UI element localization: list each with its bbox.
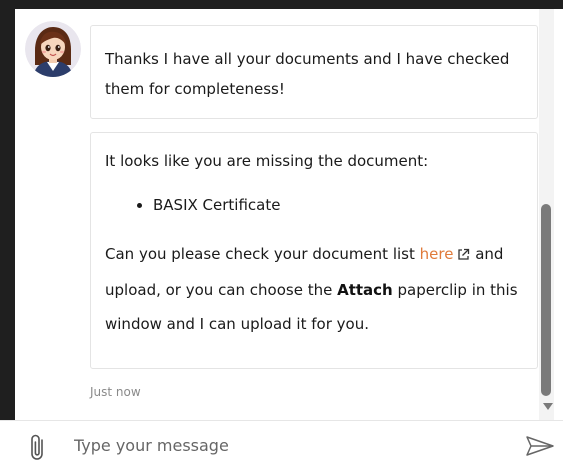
message-2-body: Can you please check your document list … bbox=[105, 237, 523, 341]
missing-documents-list: BASIX Certificate bbox=[105, 193, 523, 217]
message-2-text-before-link: Can you please check your document list bbox=[105, 245, 420, 263]
chat-window: Thanks I have all your documents and I h… bbox=[0, 0, 563, 465]
message-composer bbox=[0, 420, 563, 465]
scroll-down-arrow-icon[interactable] bbox=[543, 403, 553, 410]
external-link-icon[interactable] bbox=[457, 239, 470, 273]
message-bubble-2: It looks like you are missing the docume… bbox=[90, 132, 538, 369]
message-bubble-1: Thanks I have all your documents and I h… bbox=[90, 25, 538, 119]
message-list: Thanks I have all your documents and I h… bbox=[15, 9, 554, 420]
attach-keyword: Attach bbox=[337, 281, 393, 299]
assistant-avatar-icon bbox=[25, 21, 81, 77]
message-1-text: Thanks I have all your documents and I h… bbox=[105, 50, 510, 98]
window-left-border bbox=[0, 0, 15, 420]
list-item: BASIX Certificate bbox=[153, 193, 523, 217]
scrollbar-thumb[interactable] bbox=[541, 204, 551, 396]
message-input[interactable] bbox=[72, 429, 506, 461]
send-icon[interactable] bbox=[525, 435, 555, 457]
window-top-border bbox=[0, 0, 563, 9]
message-2-intro: It looks like you are missing the docume… bbox=[105, 152, 429, 170]
paperclip-icon[interactable] bbox=[28, 433, 48, 463]
message-timestamp: Just now bbox=[90, 385, 141, 399]
document-list-link[interactable]: here bbox=[420, 245, 454, 263]
